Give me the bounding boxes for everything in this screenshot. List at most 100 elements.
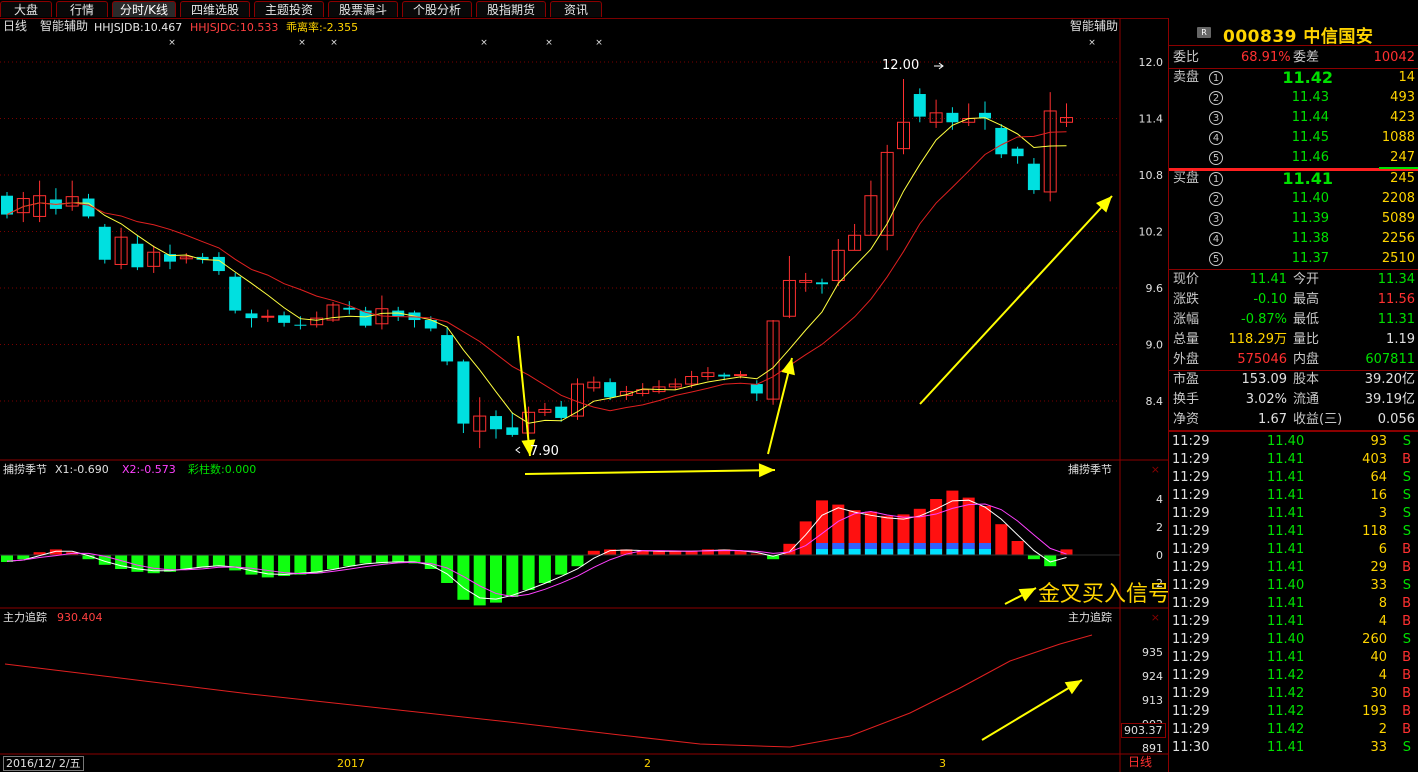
bid-price: 11.37: [1291, 251, 1329, 266]
stat-value: 1.19: [1386, 332, 1415, 347]
flow-line: [4, 634, 1093, 748]
candle-body: [1011, 148, 1024, 157]
rights-badge: R: [1197, 27, 1211, 38]
bid-level: 2: [1209, 192, 1223, 206]
tick-row: 11:29 11.41 16 S: [1169, 487, 1418, 505]
ask-price: 11.44: [1291, 110, 1329, 125]
tick-side: S: [1402, 524, 1411, 539]
macd-bar-band: [816, 543, 828, 549]
tab-2[interactable]: 分时/K线: [112, 1, 176, 17]
tab-6[interactable]: 个股分析: [402, 1, 472, 17]
stat-value: 39.20亿: [1364, 372, 1415, 387]
candle-body: [1, 195, 13, 215]
tick-side: S: [1402, 470, 1411, 485]
ma-long-line: [6, 131, 1067, 412]
signal-marker: ×: [168, 38, 176, 48]
quote-row: 总量 118.29万 量比 1.19: [1169, 330, 1418, 350]
tab-3[interactable]: 四维选股: [180, 1, 250, 17]
tick-time: 11:29: [1172, 578, 1210, 593]
tab-0[interactable]: 大盘: [0, 1, 52, 17]
tick-price: 11.42: [1267, 704, 1305, 719]
signal-marker: ×: [330, 38, 338, 48]
price-tick-label: 9.0: [1146, 339, 1164, 352]
tick-row: 11:29 11.42 2 B: [1169, 721, 1418, 739]
stat-value: 11.34: [1377, 272, 1415, 287]
tick-time: 11:29: [1172, 686, 1210, 701]
stat-value: 3.02%: [1245, 392, 1287, 407]
macd-bar-band: [816, 549, 828, 555]
signal-marker: ×: [1088, 38, 1096, 48]
up-arrow-head: [781, 358, 795, 376]
macd-bar-band: [881, 543, 894, 549]
tick-row: 11:29 11.41 64 S: [1169, 469, 1418, 487]
flow-close-x: ×: [1151, 611, 1160, 624]
tick-side: B: [1402, 650, 1411, 665]
macd-bar: [1011, 541, 1024, 555]
tick-price: 11.41: [1267, 452, 1305, 467]
macd-bar: [522, 555, 535, 590]
tick-time: 11:29: [1172, 506, 1210, 521]
tick-volume: 2: [1378, 722, 1387, 737]
tick-price: 11.41: [1267, 542, 1305, 557]
macd-bar-band: [897, 549, 910, 555]
macd-bar-band: [832, 543, 845, 549]
macd-bar-band: [832, 549, 845, 555]
tick-row: 11:29 11.40 33 S: [1169, 577, 1418, 595]
tick-row: 11:29 11.40 260 S: [1169, 631, 1418, 649]
bid-level: 4: [1209, 232, 1223, 246]
divider: [1169, 430, 1418, 432]
flat-arrow-head: [758, 463, 775, 478]
wb-row: 委比 68.91% 委差 10042: [1169, 48, 1418, 68]
tick-volume: 16: [1370, 488, 1387, 503]
tick-row: 11:29 11.41 3 S: [1169, 505, 1418, 523]
ask-level: 3: [1209, 111, 1223, 125]
flow-indicator-value: 930.404: [57, 611, 103, 624]
period-tag[interactable]: 日线: [1128, 756, 1152, 769]
stat-value: 0.056: [1377, 412, 1415, 427]
ask-price: 11.43: [1291, 90, 1329, 105]
tick-side: S: [1402, 434, 1411, 449]
tick-price: 11.40: [1267, 578, 1305, 593]
tick-time: 11:29: [1172, 632, 1210, 647]
macd-bar-band: [848, 543, 861, 549]
quote-row: 涨幅 -0.87% 最低 11.31: [1169, 310, 1418, 330]
macd-bar-band: [864, 543, 877, 549]
macd-tick-label: 2: [1156, 521, 1163, 534]
stat-label: 最高: [1293, 292, 1320, 307]
macd-x2-value: X2:-0.573: [122, 463, 176, 476]
bid-row: 4 11.38 2256: [1169, 229, 1418, 249]
date-cursor-label: 2016/12/ 2/五: [3, 756, 84, 771]
tab-5[interactable]: 股票漏斗: [328, 1, 398, 17]
tick-volume: 33: [1370, 578, 1387, 593]
stats-row: 换手 3.02% 流通 39.19亿: [1169, 390, 1418, 410]
signal-marker: ×: [480, 38, 488, 48]
tick-volume: 6: [1378, 542, 1387, 557]
low-arrowhead: [515, 446, 521, 454]
tick-side: B: [1402, 704, 1411, 719]
x-axis-label-2017: 2017: [337, 757, 365, 770]
macd-close-x: ×: [1151, 463, 1160, 476]
stock-name: 中信国安: [1303, 27, 1374, 47]
kline-chart-area[interactable]: 12.0 11.4 10.8 10.2 9.6 9.0 8.4 × × × × × × × 4 2 0 -2 × × 9…: [0, 18, 1170, 772]
macd-indicator-name: 捕捞季节: [3, 463, 47, 476]
macd-x1-value: X1:-0.690: [55, 463, 109, 476]
macd-bar-band: [930, 549, 943, 555]
ask-row: 卖盘 1 11.42 14: [1169, 68, 1418, 88]
bid-row: 2 11.40 2208: [1169, 189, 1418, 209]
candle-body: [294, 324, 307, 326]
tab-4[interactable]: 主题投资: [254, 1, 324, 17]
bid-row: 5 11.37 2510: [1169, 249, 1418, 269]
tab-7[interactable]: 股指期货: [476, 1, 546, 17]
ask-level: 1: [1209, 71, 1223, 85]
tab-8[interactable]: 资讯: [550, 1, 602, 17]
period-label: 日线: [3, 19, 28, 33]
stat-label: 量比: [1293, 332, 1320, 347]
ask-level: 5: [1209, 151, 1223, 165]
tab-1[interactable]: 行情: [56, 1, 108, 17]
macd-bar: [995, 524, 1008, 555]
wc-label: 委差: [1293, 50, 1320, 65]
stock-code: 000839: [1223, 27, 1297, 47]
tick-side: B: [1402, 614, 1411, 629]
tick-side: S: [1402, 578, 1411, 593]
price-tick-label: 10.2: [1139, 226, 1164, 239]
